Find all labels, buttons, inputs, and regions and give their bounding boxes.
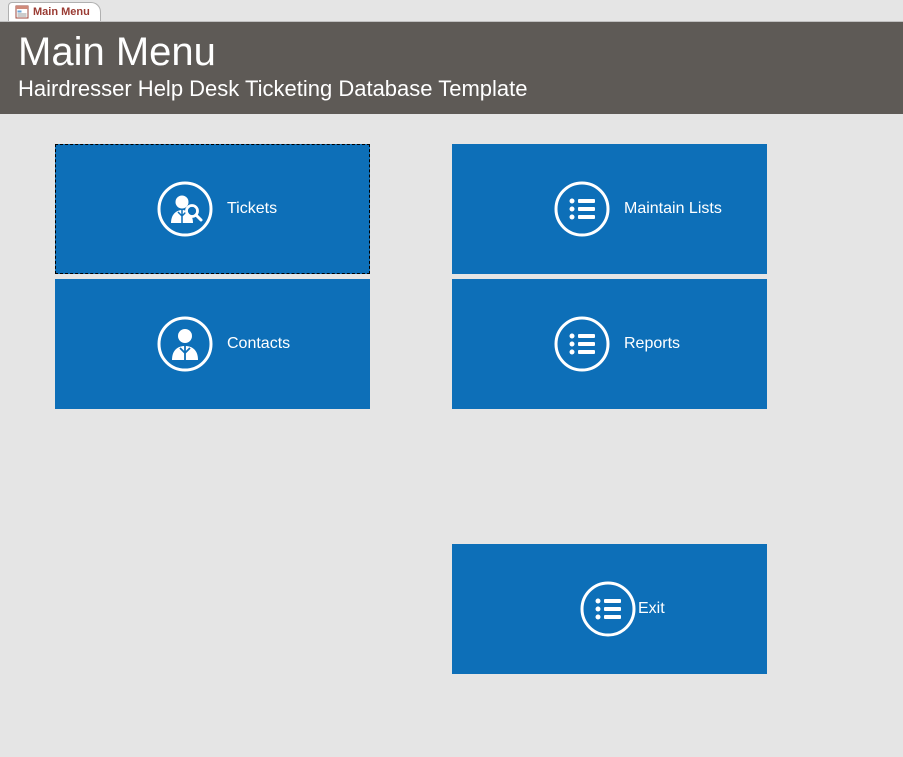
list-icon (554, 181, 610, 237)
person-search-icon (157, 181, 213, 237)
header: Main Menu Hairdresser Help Desk Ticketin… (0, 22, 903, 114)
tile-label: Exit (638, 600, 665, 618)
tile-label: Tickets (227, 200, 277, 218)
tile-contacts[interactable]: Contacts (55, 279, 370, 409)
tile-label: Reports (624, 335, 680, 353)
tab-bar: Main Menu (0, 0, 903, 22)
tile-label: Maintain Lists (624, 200, 722, 218)
tile-reports[interactable]: Reports (452, 279, 767, 409)
person-icon (157, 316, 213, 372)
tile-tickets[interactable]: Tickets (55, 144, 370, 274)
tab-main-menu[interactable]: Main Menu (8, 2, 101, 21)
tile-label: Contacts (227, 335, 290, 353)
list-icon (554, 316, 610, 372)
form-icon (15, 5, 29, 19)
tile-maintain-lists[interactable]: Maintain Lists (452, 144, 767, 274)
page-title: Main Menu (18, 30, 885, 74)
tab-label: Main Menu (33, 6, 90, 18)
list-icon (580, 581, 636, 637)
page-subtitle: Hairdresser Help Desk Ticketing Database… (18, 76, 885, 102)
tile-exit[interactable]: Exit (452, 544, 767, 674)
